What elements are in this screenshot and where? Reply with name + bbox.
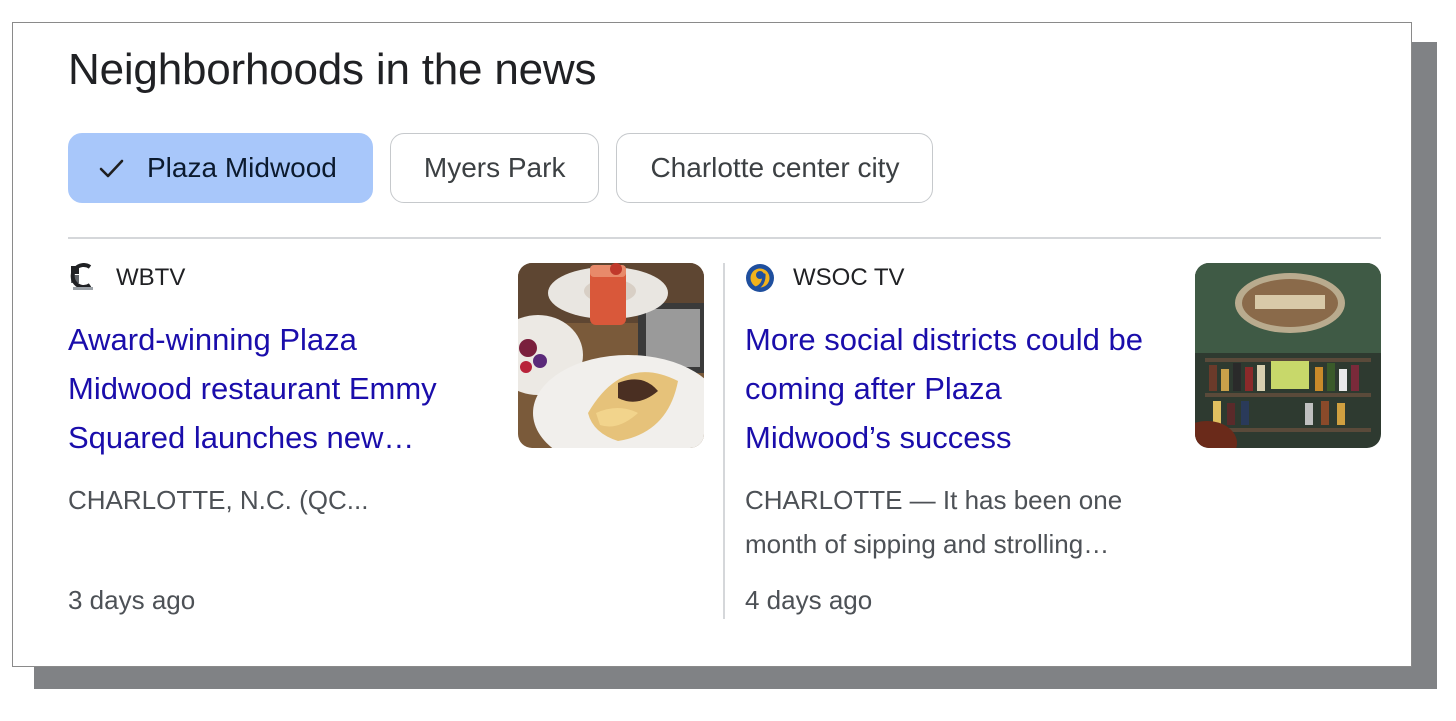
chip-label: Myers Park	[423, 152, 566, 183]
article-timestamp: 4 days ago	[745, 585, 873, 615]
article-headline-link[interactable]: Award-winning Plaza Midwood restaurant E…	[68, 315, 478, 462]
food-plates-thumbnail[interactable]	[518, 263, 704, 448]
horizontal-divider	[68, 237, 1381, 239]
bar-shelves-thumbnail[interactable]	[1195, 263, 1381, 448]
article-snippet: CHARLOTTE, N.C. (QC...	[68, 485, 369, 515]
section-title: Neighborhoods in the news	[68, 45, 597, 94]
neighborhood-chip-row: Plaza Midwood Myers Park Charlotte cente…	[68, 133, 934, 203]
chip-plaza-midwood[interactable]: Plaza Midwood	[68, 133, 373, 203]
chip-charlotte-center-city[interactable]: Charlotte center city	[616, 133, 934, 203]
wbtv-logo-icon	[68, 263, 98, 293]
source-name: WSOC TV	[793, 264, 905, 291]
neighborhoods-news-card: Neighborhoods in the news Plaza Midwood …	[12, 22, 1412, 667]
news-article[interactable]: WBTV Award-winning Plaza Midwood restaur…	[68, 263, 704, 615]
chip-label: Plaza Midwood	[147, 152, 337, 183]
check-icon	[97, 156, 127, 180]
source-name: WBTV	[116, 264, 186, 291]
article-timestamp: 3 days ago	[68, 585, 196, 615]
article-headline-link[interactable]: More social districts could be coming af…	[745, 315, 1155, 462]
chip-label: Charlotte center city	[650, 152, 900, 183]
wsoc-logo-icon	[745, 263, 775, 293]
article-snippet: CHARLOTTE — It has been one month of sip…	[745, 485, 1123, 559]
news-article[interactable]: WSOC TV More social districts could be c…	[745, 263, 1381, 615]
vertical-divider	[723, 263, 725, 619]
chip-myers-park[interactable]: Myers Park	[389, 133, 600, 203]
